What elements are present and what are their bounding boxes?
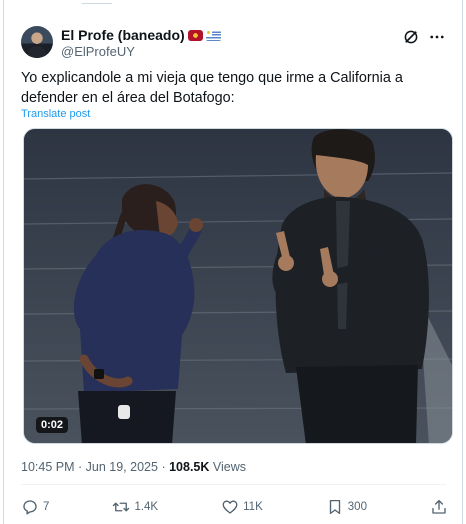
divider: [21, 484, 446, 485]
views-count: 108.5K: [169, 460, 210, 474]
reply-count: 7: [43, 501, 50, 513]
club-crest-icon: [187, 29, 203, 41]
bookmark-icon: [329, 499, 340, 515]
heart-icon: [222, 500, 238, 514]
author-display-name[interactable]: El Profe (baneado): [61, 27, 185, 43]
video-duration: 0:02: [36, 417, 69, 433]
tweet-video[interactable]: 0:02: [23, 128, 453, 444]
reply-icon: [23, 500, 37, 515]
repost-button[interactable]: 1.4K: [112, 498, 158, 516]
like-button[interactable]: 11K: [221, 498, 263, 516]
repost-count: 1.4K: [134, 501, 159, 513]
bookmark-count: 300: [347, 501, 367, 513]
reply-button[interactable]: 7: [21, 498, 49, 516]
tweet-meta: 10:45 PM · Jun 19, 2025 · 108.5K Views: [21, 460, 246, 474]
repost-icon: [113, 502, 130, 512]
tweet-card: El Profe (baneado) @ElProfeUY Yo explica…: [3, 0, 463, 524]
previous-tweet-edge: [82, 0, 112, 4]
tweet-header: El Profe (baneado) @ElProfeUY: [21, 26, 446, 60]
share-button[interactable]: [430, 498, 448, 516]
like-count: 11K: [243, 501, 263, 513]
author-name-row: El Profe (baneado): [61, 27, 221, 43]
tweet-date[interactable]: Jun 19, 2025: [86, 460, 158, 474]
action-bar: 7 1.4K 11K 300: [21, 496, 448, 518]
bookmark-button[interactable]: 300: [326, 498, 367, 516]
author-avatar[interactable]: [21, 26, 53, 58]
translate-post-link[interactable]: Translate post: [21, 108, 90, 120]
views-label: Views: [212, 460, 247, 474]
video-frame: [24, 129, 452, 443]
meta-separator: ·: [78, 460, 83, 474]
grok-icon[interactable]: [402, 28, 420, 46]
tweet-text: Yo explicandole a mi vieja que tengo que…: [21, 70, 403, 106]
share-icon: [432, 499, 446, 514]
author-handle[interactable]: @ElProfeUY: [61, 44, 135, 59]
uruguay-flag-icon: [205, 29, 221, 41]
meta-separator-2: ·: [161, 460, 166, 474]
tweet-time[interactable]: 10:45 PM: [21, 460, 75, 474]
more-options-icon[interactable]: [428, 28, 446, 46]
